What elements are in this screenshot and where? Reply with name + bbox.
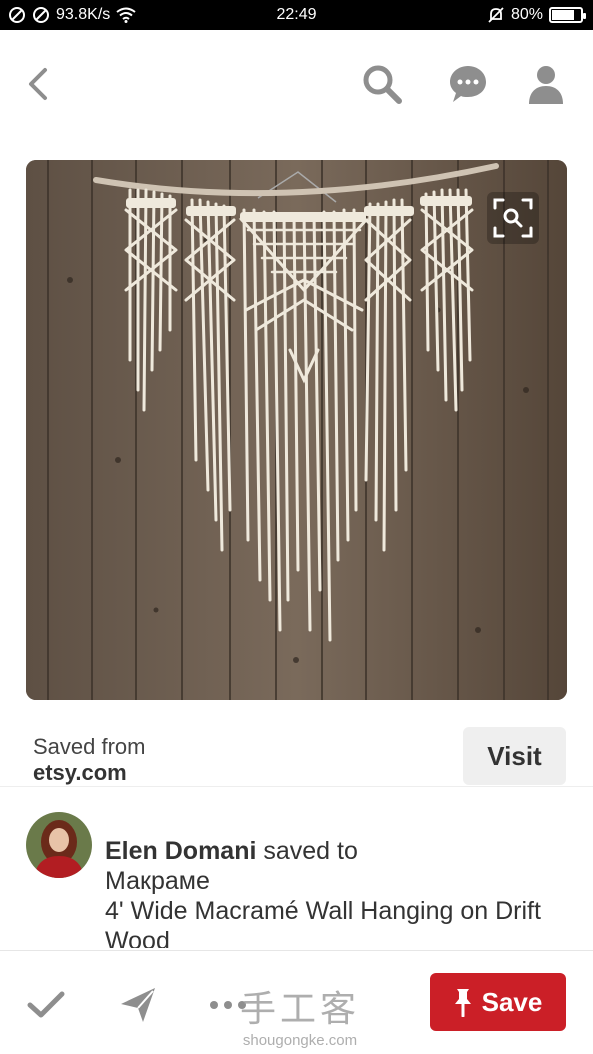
watermark-logo: 手工客 [239, 989, 360, 1030]
person-icon [529, 66, 563, 104]
pin-image[interactable] [26, 160, 567, 700]
pin-icon [454, 989, 471, 1017]
chevron-left-icon [29, 68, 47, 100]
divider [0, 786, 593, 787]
pin-description: 4' Wide Macramé Wall Hanging on Drift Wo… [105, 897, 541, 948]
top-nav [0, 30, 593, 138]
saver-info: Elen Domani saved to Макраме 4' Wide Mac… [105, 836, 565, 948]
search-button[interactable] [358, 60, 406, 108]
source-domain[interactable]: etsy.com [33, 760, 146, 786]
battery-icon [549, 7, 586, 23]
mute-bell-icon [488, 7, 504, 23]
send-icon [121, 988, 155, 1022]
search-icon [363, 65, 402, 104]
battery-percent: 80% [510, 6, 543, 23]
saved-from-label: Saved from [33, 734, 146, 759]
watermark-url: shougongke.com [242, 1032, 358, 1049]
profile-button[interactable] [522, 60, 570, 108]
tried-it-button[interactable] [24, 983, 68, 1027]
back-button[interactable] [14, 60, 62, 108]
check-icon [27, 991, 65, 1018]
watermark: 手工客 shougongke.com [230, 980, 370, 1049]
pin-source: Saved from etsy.com [33, 734, 146, 786]
macrame-wall-hanging-photo [26, 160, 567, 700]
visual-search-button[interactable] [487, 192, 539, 244]
lens-search-icon [493, 198, 533, 238]
save-label: Save [481, 986, 543, 1017]
chat-bubble-icon [450, 66, 486, 102]
send-button[interactable] [116, 983, 160, 1027]
visit-button[interactable]: Visit [463, 727, 566, 785]
status-right: 80% [487, 6, 586, 24]
user-photo [26, 812, 92, 878]
messages-button[interactable] [444, 60, 492, 108]
saver-name[interactable]: Elen Domani [105, 837, 256, 865]
battery-fill [552, 10, 575, 20]
saved-to-text: saved to [256, 837, 358, 865]
board-name[interactable]: Макраме [105, 867, 210, 895]
status-bar: 93.8K/s 22:49 80% [0, 0, 593, 30]
save-button[interactable]: Save [430, 973, 566, 1031]
avatar[interactable] [26, 812, 92, 878]
